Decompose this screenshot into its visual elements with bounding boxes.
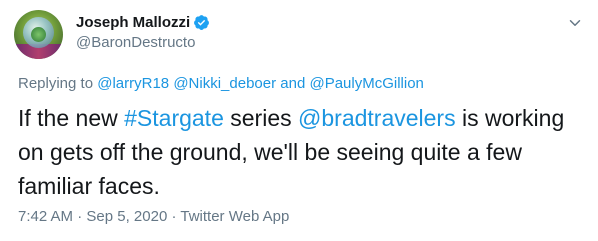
- tweet-date[interactable]: Sep 5, 2020: [86, 208, 167, 225]
- reply-prefix: Replying to: [18, 75, 94, 92]
- meta-separator: ·: [77, 208, 83, 225]
- reply-mention-paulymcgillion[interactable]: @PaulyMcGillion: [309, 75, 423, 92]
- author-name-row[interactable]: Joseph Mallozzi: [76, 14, 210, 31]
- reply-mention-larryr18[interactable]: @larryR18: [97, 75, 169, 92]
- tweet-text: If the new #Stargate series @bradtravele…: [18, 101, 578, 203]
- mention-link[interactable]: @bradtravelers: [298, 105, 456, 131]
- chevron-down-icon[interactable]: [566, 14, 584, 32]
- tweet-text-part1: If the new: [18, 105, 125, 131]
- avatar[interactable]: [14, 10, 63, 59]
- tweet-meta: 7:42 AM · Sep 5, 2020 · Twitter Web App: [18, 208, 289, 225]
- verified-badge-icon: [194, 15, 210, 30]
- reply-conjunction[interactable]: and: [280, 75, 305, 92]
- tweet-time[interactable]: 7:42 AM: [18, 208, 73, 225]
- tweet-text-part2: series: [223, 105, 299, 131]
- reply-mention-nikki-deboer[interactable]: @Nikki_deboer: [173, 75, 276, 92]
- author-handle[interactable]: @BaronDestructo: [76, 34, 195, 51]
- tweet-source[interactable]: Twitter Web App: [180, 208, 289, 225]
- meta-separator-2: ·: [171, 208, 177, 225]
- tweet-card: Joseph Mallozzi @BaronDestructo Replying…: [0, 0, 598, 241]
- author-display-name[interactable]: Joseph Mallozzi: [76, 14, 190, 31]
- hashtag-link[interactable]: #Stargate: [124, 105, 224, 131]
- reply-context: Replying to @larryR18 @Nikki_deboer and …: [18, 75, 424, 92]
- avatar-face-shape: [31, 27, 46, 42]
